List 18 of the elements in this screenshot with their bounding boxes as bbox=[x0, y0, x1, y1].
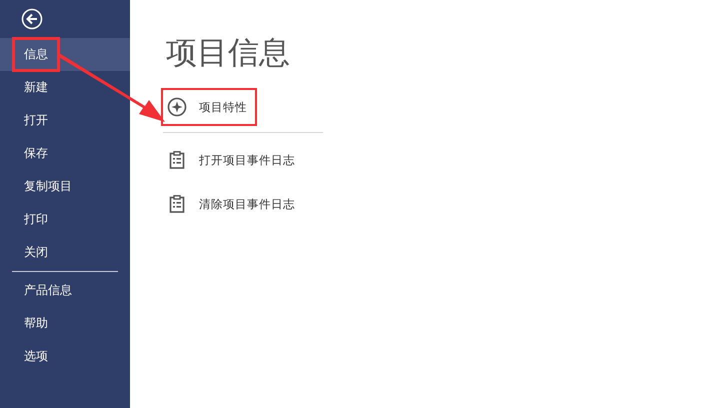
page-title: 项目信息 bbox=[166, 34, 291, 73]
back-icon[interactable] bbox=[21, 8, 43, 30]
sidebar-item[interactable]: 保存 bbox=[0, 137, 130, 170]
sidebar-item[interactable]: 复制项目 bbox=[0, 170, 130, 203]
sidebar-item[interactable]: 信息 bbox=[0, 38, 130, 71]
action-item[interactable]: 项目特性 bbox=[161, 88, 257, 126]
sidebar-item[interactable]: 帮助 bbox=[0, 307, 130, 340]
action-item[interactable]: 打开项目事件日志 bbox=[161, 141, 305, 179]
sidebar-item[interactable]: 产品信息 bbox=[0, 274, 130, 307]
sidebar-item[interactable]: 打印 bbox=[0, 203, 130, 236]
clipboard-list-icon bbox=[167, 194, 187, 214]
star-badge-icon bbox=[167, 97, 187, 117]
clipboard-list-icon bbox=[167, 150, 187, 170]
sidebar-item[interactable]: 新建 bbox=[0, 71, 130, 104]
action-item[interactable]: 清除项目事件日志 bbox=[161, 185, 305, 223]
sidebar-item[interactable]: 选项 bbox=[0, 340, 130, 373]
sidebar-item[interactable]: 打开 bbox=[0, 104, 130, 137]
sidebar-item[interactable]: 关闭 bbox=[0, 236, 130, 269]
